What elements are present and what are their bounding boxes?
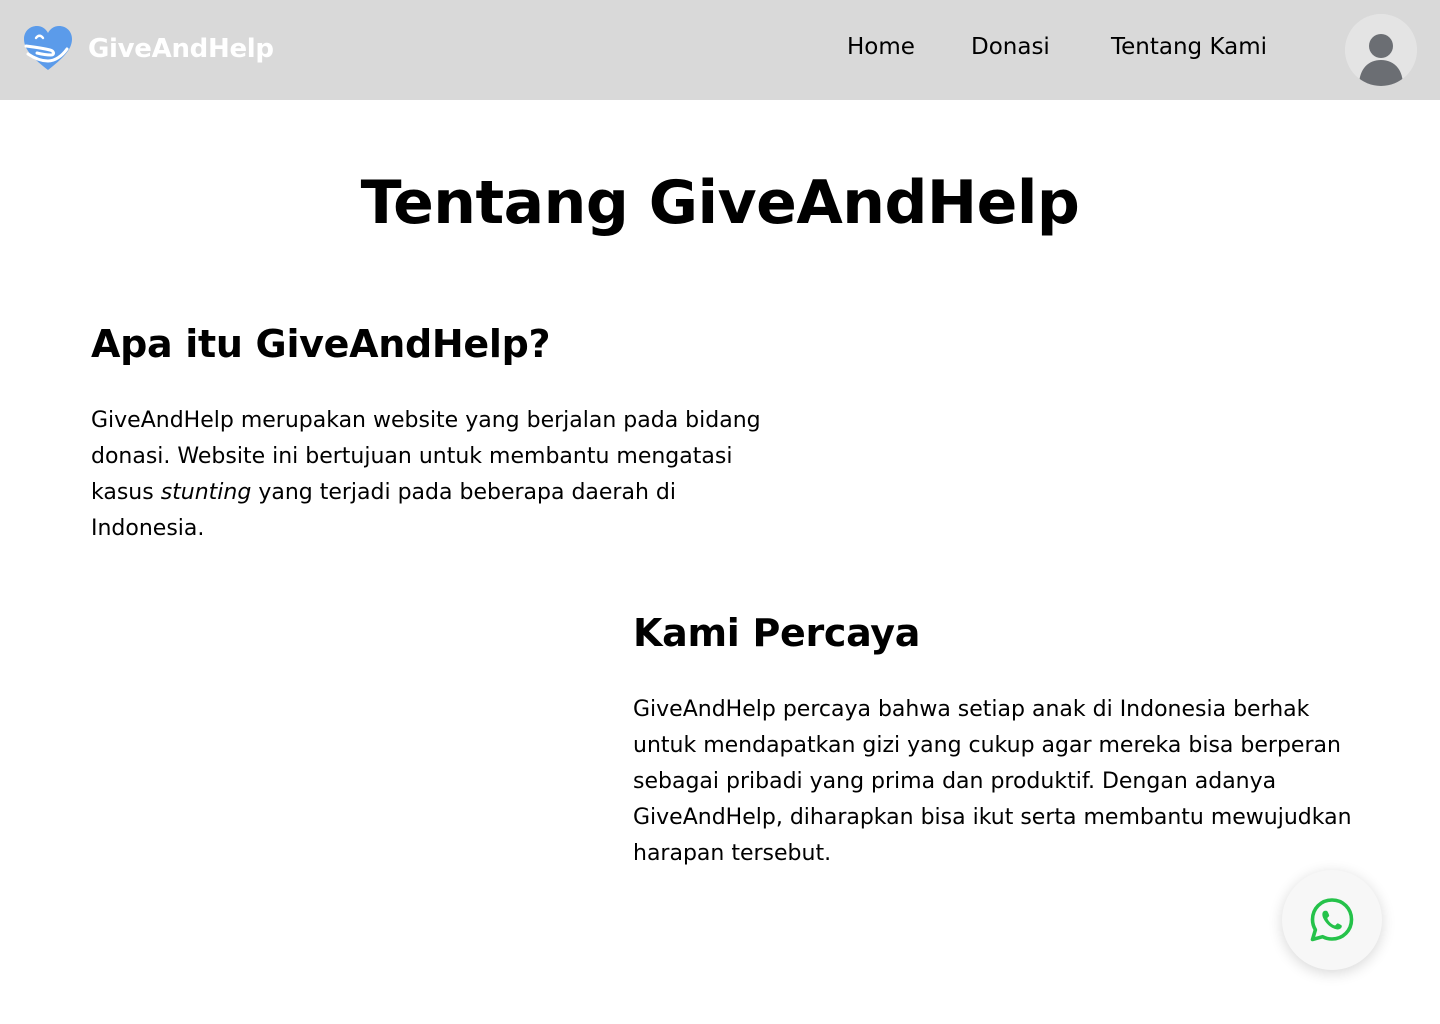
page-title: Tentang GiveAndHelp bbox=[360, 168, 1080, 238]
section-body-kami-percaya: GiveAndHelp percaya bahwa setiap anak di… bbox=[633, 697, 1352, 866]
brand-name: GiveAndHelp bbox=[88, 34, 274, 64]
nav-donasi-link[interactable]: Donasi bbox=[971, 34, 1050, 60]
body-text-emphasis: stunting bbox=[160, 480, 252, 505]
whatsapp-icon bbox=[1310, 898, 1354, 942]
nav-tentang-kami-link[interactable]: Tentang Kami bbox=[1111, 34, 1267, 60]
section-heading-kami-percaya: Kami Percaya bbox=[633, 611, 921, 655]
nav-home-link[interactable]: Home bbox=[847, 34, 915, 60]
brand-logo-link[interactable]: GiveAndHelp bbox=[22, 24, 274, 74]
whatsapp-chat-button[interactable] bbox=[1282, 870, 1382, 970]
heart-hand-icon bbox=[24, 26, 72, 70]
top-navbar: GiveAndHelp Home Donasi Tentang Kami bbox=[0, 0, 1440, 100]
user-avatar-button[interactable] bbox=[1345, 14, 1417, 86]
section-body-apa-itu: GiveAndHelp merupakan website yang berja… bbox=[91, 403, 771, 547]
user-avatar-icon bbox=[1345, 14, 1417, 86]
section-heading-apa-itu: Apa itu GiveAndHelp? bbox=[91, 322, 551, 366]
